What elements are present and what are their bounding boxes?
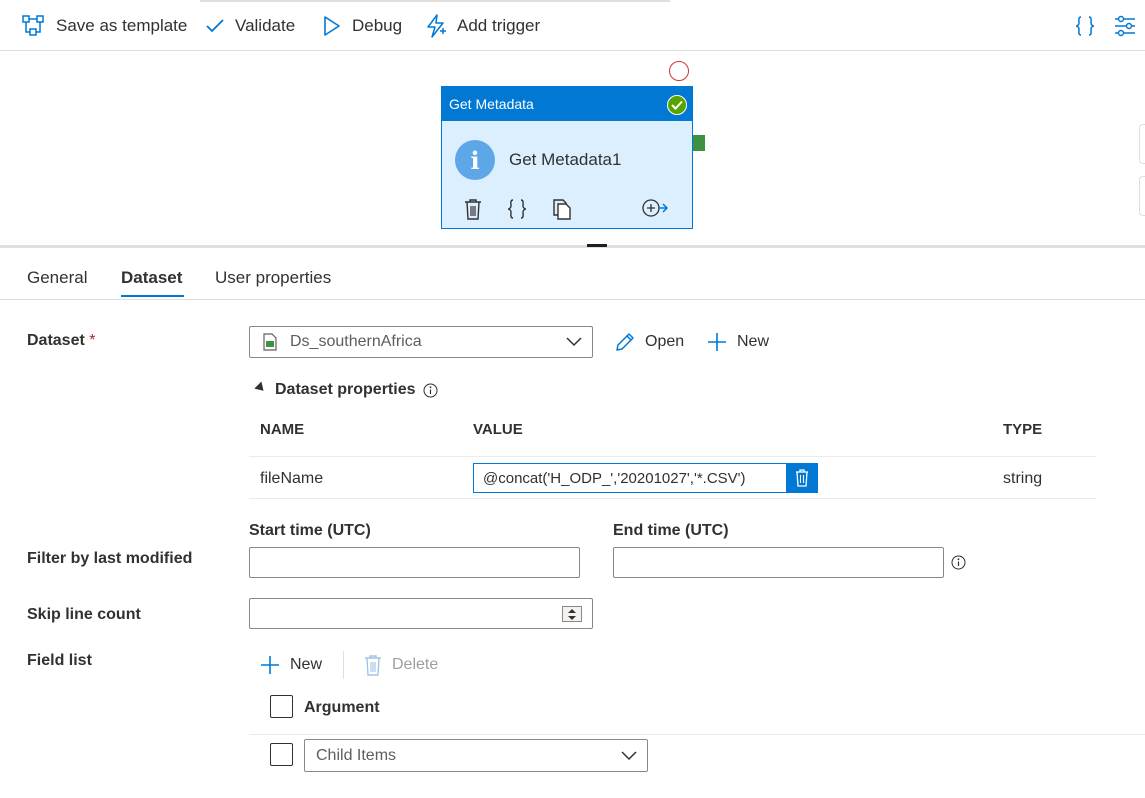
property-value-input[interactable]: @concat('H_ODP_','20201027','*.CSV') (473, 463, 818, 493)
chevron-down-icon (621, 750, 637, 760)
table-divider (249, 456, 1096, 457)
dataset-properties-toggle[interactable]: Dataset properties (254, 381, 438, 399)
dataset-select-value: Ds_southernAfrica (290, 333, 422, 350)
new-field-button[interactable]: New (259, 654, 322, 676)
column-header-type: TYPE (1003, 421, 1043, 438)
dataset-select[interactable]: Ds_southernAfrica (249, 326, 593, 358)
start-time-input[interactable] (249, 547, 580, 578)
column-header-value: VALUE (473, 421, 523, 438)
argument-header: Argument (304, 699, 380, 716)
tab-dataset[interactable]: Dataset (121, 268, 182, 288)
tab-divider (0, 299, 1145, 300)
tab-general[interactable]: General (27, 268, 87, 288)
error-indicator-icon[interactable] (669, 61, 689, 81)
delete-field-label: Delete (392, 656, 439, 673)
copy-activity-icon[interactable] (552, 198, 572, 220)
number-spinner[interactable] (562, 606, 582, 622)
dataset-label-text: Dataset (27, 332, 85, 349)
activity-type-label: Get Metadata (449, 96, 534, 112)
trash-icon (365, 655, 381, 676)
activity-header: Get Metadata (442, 87, 692, 121)
debug-button[interactable]: Debug (322, 12, 402, 40)
dataset-label: Dataset * (27, 332, 96, 350)
new-label: New (737, 333, 770, 350)
info-icon: i (455, 140, 495, 180)
success-output-handle[interactable] (693, 135, 705, 151)
add-output-icon[interactable] (641, 198, 669, 218)
activity-name: Get Metadata1 (509, 150, 622, 169)
new-dataset-button[interactable]: New (706, 331, 769, 353)
chevron-down-icon (566, 337, 582, 347)
trash-icon (795, 469, 808, 487)
skip-line-input[interactable] (249, 598, 593, 629)
field-select[interactable]: Child Items (304, 739, 648, 772)
property-type: string (1003, 470, 1043, 487)
activity-actions (442, 198, 692, 222)
validate-label: Validate (235, 16, 296, 35)
plus-icon (261, 656, 279, 674)
canvas-fit-control[interactable] (1139, 176, 1145, 216)
checkmark-icon (206, 19, 224, 33)
sliders-icon (1115, 15, 1135, 37)
toolbar: Save as template Validate Debug Add trig… (0, 0, 1145, 51)
save-as-template-label: Save as template (56, 16, 188, 35)
column-header-name: NAME (260, 421, 305, 438)
dataset-properties-title: Dataset properties (275, 381, 416, 398)
splitter-grip[interactable] (587, 244, 607, 247)
filter-label: Filter by last modified (27, 550, 193, 567)
field-select-value: Child Items (316, 746, 397, 764)
table-divider (249, 498, 1096, 499)
table-divider (249, 734, 1145, 735)
template-icon (22, 15, 44, 36)
add-trigger-label: Add trigger (457, 16, 541, 35)
end-time-label: End time (UTC) (613, 522, 729, 539)
validate-button[interactable]: Validate (205, 12, 295, 40)
open-label: Open (645, 333, 685, 350)
start-time-label: Start time (UTC) (249, 522, 371, 539)
clear-value-button[interactable] (786, 463, 817, 493)
lightning-icon (427, 14, 446, 38)
field-list-label: Field list (27, 652, 92, 669)
success-check-icon (667, 95, 687, 115)
end-time-input[interactable] (613, 547, 944, 578)
play-icon (324, 16, 340, 36)
property-name: fileName (260, 470, 324, 487)
required-mark: * (89, 332, 96, 349)
get-metadata-activity[interactable]: Get Metadata i Get Metadata1 (441, 86, 693, 229)
collapse-triangle-icon (254, 381, 268, 395)
active-tab-indicator (121, 295, 184, 297)
braces-icon (1075, 16, 1095, 36)
panel-splitter[interactable] (0, 245, 1145, 248)
toolbar-top-divider (200, 0, 670, 2)
activity-body: i Get Metadata1 (455, 140, 621, 180)
canvas-zoom-control[interactable] (1139, 124, 1145, 164)
new-field-label: New (290, 656, 323, 673)
open-dataset-button[interactable]: Open (614, 331, 684, 353)
debug-label: Debug (352, 16, 403, 35)
property-value-text: @concat('H_ODP_','20201027','*.CSV') (483, 469, 746, 487)
properties-button[interactable] (1114, 12, 1136, 40)
code-view-button[interactable] (1074, 12, 1096, 40)
csv-file-icon (263, 333, 277, 351)
select-all-checkbox[interactable] (270, 695, 293, 718)
delete-field-button[interactable]: Delete (363, 654, 438, 676)
plus-icon (708, 333, 726, 351)
skip-line-label: Skip line count (27, 606, 141, 623)
delete-activity-icon[interactable] (464, 198, 482, 220)
row-checkbox[interactable] (270, 743, 293, 766)
save-as-template-button[interactable]: Save as template (22, 12, 187, 40)
info-icon[interactable] (423, 383, 438, 398)
info-icon[interactable] (951, 555, 966, 570)
view-code-icon[interactable] (507, 198, 527, 220)
toolbar-separator (343, 651, 344, 679)
tab-user-properties[interactable]: User properties (215, 268, 331, 288)
add-trigger-button[interactable]: Add trigger (425, 12, 540, 40)
pencil-icon (616, 333, 634, 351)
